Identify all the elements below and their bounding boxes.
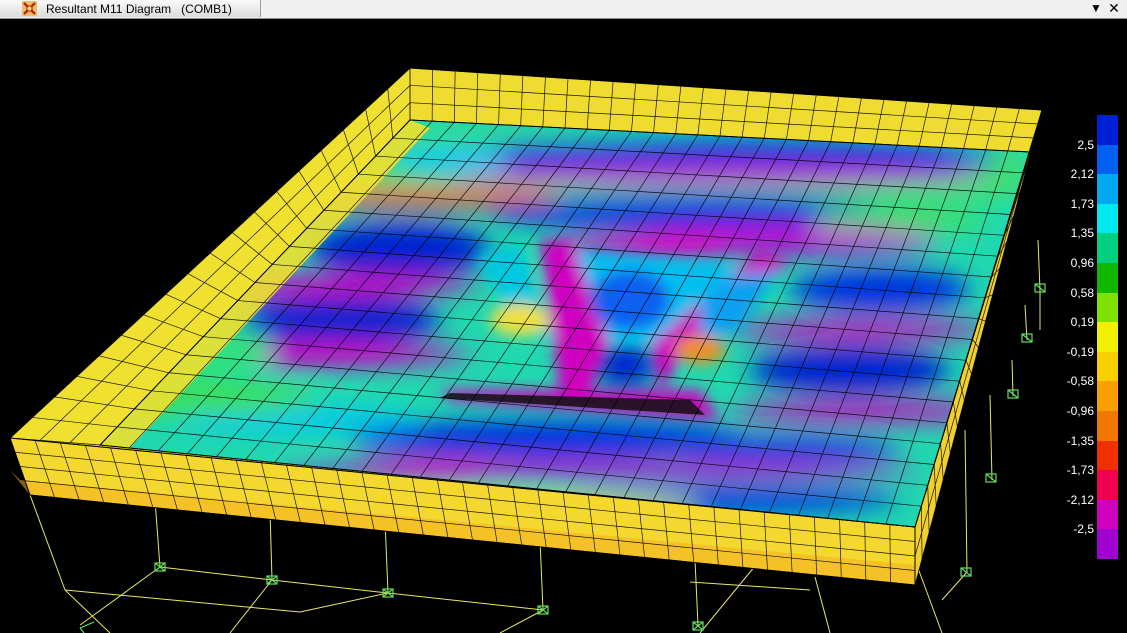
legend-label: 1,73	[1070, 196, 1094, 211]
legend-label: 0,58	[1070, 285, 1094, 300]
legend-label: -0,58	[1066, 374, 1094, 389]
legend-swatch	[1097, 470, 1118, 500]
legend-swatch	[1097, 381, 1118, 411]
legend-label: -2,12	[1066, 492, 1094, 507]
legend-label: -1,73	[1066, 463, 1094, 478]
legend-label: -1,35	[1066, 433, 1094, 448]
legend-label: 0,96	[1070, 256, 1094, 270]
legend-label: 2,5	[1077, 137, 1094, 152]
legend-label: -2,5	[1073, 522, 1094, 537]
legend-swatch	[1097, 115, 1118, 145]
legend-swatch	[1097, 322, 1118, 352]
model-viewport[interactable]	[0, 19, 1127, 633]
legend-label: 1,35	[1070, 226, 1094, 241]
color-legend	[1097, 115, 1118, 559]
legend-label: 0,19	[1070, 315, 1094, 330]
legend-swatch	[1097, 262, 1118, 293]
legend-label: -0,19	[1066, 344, 1094, 359]
window-tab[interactable]: Resultant M11 Diagram (COMB1)	[0, 0, 261, 17]
legend-swatch	[1097, 174, 1118, 204]
chevron-down-icon[interactable]: ▼	[1088, 0, 1104, 17]
legend-swatch	[1097, 351, 1118, 382]
legend-swatch	[1097, 529, 1118, 559]
legend-swatch	[1097, 440, 1118, 471]
legend-label: -0,96	[1066, 404, 1094, 418]
legend-label: 2,12	[1070, 167, 1094, 182]
legend-swatch	[1097, 203, 1118, 234]
sap-app-icon	[22, 1, 37, 16]
legend-swatch	[1097, 233, 1118, 263]
document-tab-bar: Resultant M11 Diagram (COMB1) ▼ ✕	[0, 0, 1127, 19]
window-title: Resultant M11 Diagram (COMB1)	[46, 2, 232, 16]
legend-swatch	[1097, 410, 1118, 441]
close-icon[interactable]: ✕	[1106, 0, 1122, 17]
legend-swatch	[1097, 499, 1118, 530]
legend-swatch	[1097, 144, 1118, 175]
legend-swatch	[1097, 292, 1118, 323]
